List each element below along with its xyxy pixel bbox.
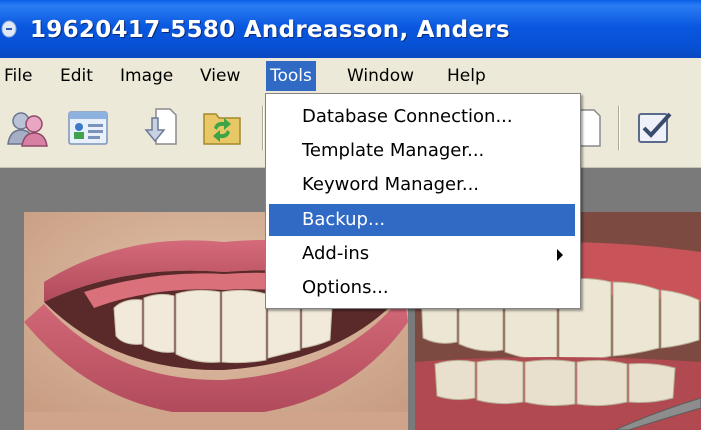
title-bar[interactable]: 19620417-5580 Andreasson, Anders xyxy=(0,0,701,58)
menu-item-backup[interactable]: Backup... xyxy=(269,204,575,236)
app-icon xyxy=(1,20,17,38)
menu-tools[interactable]: Tools xyxy=(266,61,316,91)
menu-help[interactable]: Help xyxy=(443,61,490,91)
menu-item-keyword-manager[interactable]: Keyword Manager... xyxy=(269,169,575,201)
refresh-folder-button[interactable] xyxy=(198,104,246,152)
menu-item-options[interactable]: Options... xyxy=(269,272,575,304)
patients-button[interactable] xyxy=(4,104,52,152)
import-button[interactable] xyxy=(136,104,184,152)
checklist-button[interactable] xyxy=(630,104,678,152)
patient-card-button[interactable] xyxy=(64,104,112,152)
checklist-icon xyxy=(638,112,672,143)
toolbar-separator xyxy=(618,106,620,150)
menu-view[interactable]: View xyxy=(196,61,244,91)
menu-item-add-ins-label: Add-ins xyxy=(302,243,370,264)
menu-item-database-connection[interactable]: Database Connection... xyxy=(269,101,575,133)
import-icon xyxy=(144,108,177,145)
patient-card-icon xyxy=(68,111,108,145)
menu-file[interactable]: File xyxy=(0,61,36,91)
submenu-arrow-icon xyxy=(557,249,563,261)
refresh-folder-icon xyxy=(203,113,241,145)
menu-bar: File Edit Image View Tools Window Help xyxy=(0,58,701,94)
menu-edit[interactable]: Edit xyxy=(56,61,97,91)
patients-icon xyxy=(7,112,48,147)
toolbar-separator xyxy=(262,106,264,150)
menu-window[interactable]: Window xyxy=(343,61,418,91)
menu-item-add-ins[interactable]: Add-ins xyxy=(269,238,575,270)
menu-image[interactable]: Image xyxy=(116,61,177,91)
menu-item-template-manager[interactable]: Template Manager... xyxy=(269,135,575,167)
window-title: 19620417-5580 Andreasson, Anders xyxy=(30,17,510,43)
tools-menu: Database Connection... Template Manager.… xyxy=(265,93,581,309)
